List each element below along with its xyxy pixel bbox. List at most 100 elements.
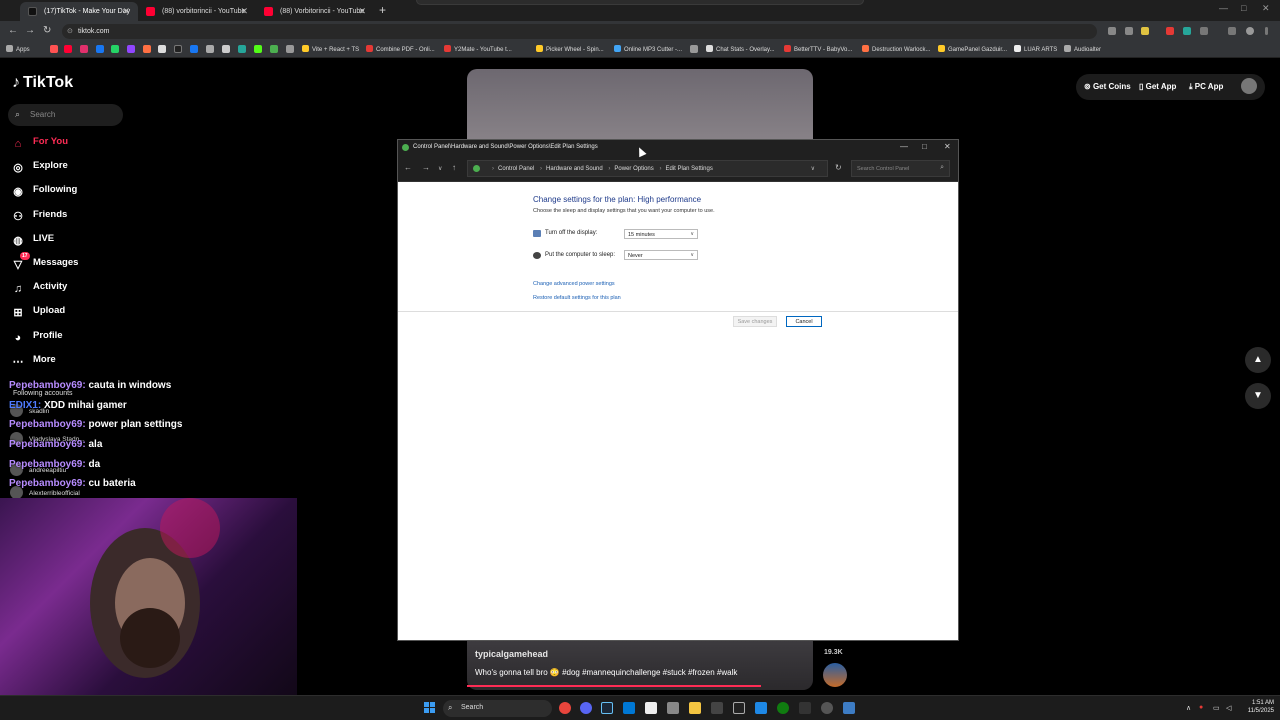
tray-overflow-icon[interactable]: ∧ [1186,704,1191,712]
windows-start-icon[interactable] [424,702,436,714]
extension-icon[interactable] [1200,27,1208,35]
chevron-down-icon[interactable]: ∨ [811,165,815,172]
bookmark-item[interactable]: Chat Stats - Overlay... [706,45,775,53]
bookmark-icon[interactable] [80,45,88,53]
steam-icon[interactable] [601,702,613,714]
reload-icon[interactable]: ↻ [43,25,51,36]
sleep-select[interactable]: Never ∨ [624,250,698,260]
bookmark-icon[interactable] [64,45,72,53]
bookmark-icon[interactable] [50,45,58,53]
nav-explore[interactable]: ◎ Explore [10,160,68,175]
breadcrumb-item[interactable]: Edit Plan Settings [665,166,712,172]
settings-icon[interactable] [667,702,679,714]
maximize-icon[interactable]: □ [922,142,927,151]
control-panel-taskbar-icon[interactable] [843,702,855,714]
minimize-icon[interactable]: — [1219,3,1228,13]
clock[interactable]: 1:51 AM 11/5/2025 [1240,699,1274,715]
bookmark-item[interactable]: Destruction Warlock... [862,45,930,53]
breadcrumb[interactable]: › Control Panel › Hardware and Sound › Powe… [467,160,828,177]
network-icon[interactable]: ▭ [1213,704,1220,712]
bookmark-icon[interactable] [690,45,698,53]
tab-youtube-2[interactable]: (88) Vorbitorincii - YouTube ✕ [256,2,374,21]
minimize-icon[interactable]: — [900,142,908,151]
vscode-icon[interactable] [623,702,635,714]
bookmark-icon[interactable] [143,45,151,53]
refresh-icon[interactable]: ↻ [835,163,842,172]
bookmark-icon[interactable] [96,45,104,53]
up-icon[interactable]: ↑ [452,163,456,172]
bookmark-icon[interactable] [254,45,262,53]
video-player-bottom[interactable]: typicalgamehead Who's gonna tell bro 😳 #… [467,641,813,690]
obs-icon[interactable] [799,702,811,714]
search-input[interactable]: Search Control Panel ⌕ [851,160,950,177]
bookmark-item[interactable]: BetterTTV - BabyVo... [784,45,852,53]
bookmark-item[interactable]: LUAR ARTS [1014,45,1057,53]
tiktok-app-icon[interactable] [733,702,745,714]
bookmark-item[interactable]: Y2Mate - YouTube t... [444,45,512,53]
save-changes-button[interactable]: Save changes [733,316,777,327]
bookmark-apps[interactable]: Apps [6,45,30,53]
capcut-icon[interactable] [711,702,723,714]
file-explorer-icon[interactable] [689,702,701,714]
nav-for-you[interactable]: ⌂ For You [10,136,68,152]
bookmark-item[interactable]: Combine PDF - Onli... [366,45,435,53]
cancel-button[interactable]: Cancel [786,316,822,327]
nav-friends[interactable]: ⚇ Friends [10,209,67,224]
volume-icon[interactable]: ◁ [1226,704,1231,712]
bookmark-item[interactable]: Audioalter [1064,45,1101,53]
window-titlebar[interactable]: Control Panel\Hardware and Sound\Power O… [398,140,958,156]
breadcrumb-item[interactable]: Hardware and Sound [546,166,603,172]
tab-youtube-1[interactable]: (88) vorbitorincii - YouTube ✕ [138,2,256,21]
bookmark-item[interactable]: Vite + React + TS [302,45,359,53]
extension-icon[interactable] [1166,27,1174,35]
tiktok-logo[interactable]: ♪ TikTok [12,74,73,92]
install-icon[interactable] [1108,27,1116,35]
nav-messages[interactable]: ▽ 17 Messages [10,252,78,272]
bookmark-icon[interactable] [286,45,294,53]
breadcrumb-item[interactable]: Control Panel [498,166,534,172]
nav-live[interactable]: ◍ LIVE [10,233,54,248]
clock-app-icon[interactable] [821,702,833,714]
chrome-icon[interactable] [559,702,571,714]
advanced-power-settings-link[interactable]: Change advanced power settings [533,281,615,287]
extension-icon[interactable] [1183,27,1191,35]
tab-search-bar[interactable] [416,0,864,5]
epic-games-icon[interactable] [645,702,657,714]
chevron-up-icon[interactable]: ▲ [1245,347,1271,373]
bookmark-icon[interactable] [222,45,230,53]
close-icon[interactable]: ✕ [358,6,366,17]
get-coins-button[interactable]: ⊚ Get Coins [1084,77,1131,97]
bookmark-icon[interactable] [238,45,246,53]
display-off-select[interactable]: 15 minutes ∨ [624,229,698,239]
nav-profile[interactable]: ◕ Profile [10,330,63,346]
menu-icon[interactable] [1265,27,1268,35]
bookmark-item[interactable]: Picker Wheel - Spin... [536,45,604,53]
creator-avatar[interactable] [823,663,847,687]
back-icon[interactable]: ← [404,163,412,172]
maximize-icon[interactable]: □ [1241,3,1246,13]
profile-avatar-icon[interactable] [1246,27,1254,35]
video-progress-bar[interactable] [467,685,762,687]
new-tab-button[interactable]: + [379,3,386,17]
bookmark-icon[interactable] [190,45,198,53]
forward-icon[interactable]: → [422,163,430,172]
nav-following[interactable]: ◉ Following [10,184,77,199]
bookmark-icon[interactable] [270,45,278,53]
close-window-icon[interactable]: ✕ [1262,3,1270,14]
pc-app-button[interactable]: ⤓ PC App [1189,77,1223,97]
user-avatar[interactable] [1241,78,1257,94]
restore-defaults-link[interactable]: Restore default settings for this plan [533,295,621,301]
back-icon[interactable]: ← [8,25,18,36]
close-icon[interactable]: ✕ [240,6,248,17]
chevron-down-icon[interactable]: ▼ [1245,383,1271,409]
bookmark-icon[interactable] [111,45,119,53]
site-info-icon[interactable]: ⊙ [67,27,73,35]
bookmark-icon[interactable] [174,45,182,53]
zoom-icon[interactable] [1125,27,1133,35]
close-icon[interactable]: ✕ [944,142,951,151]
nav-more[interactable]: ⋯ More [10,354,56,369]
bookmark-star-icon[interactable] [1141,27,1149,35]
tab-tiktok[interactable]: (17)TikTok - Make Your Day ✕ [20,2,138,21]
microphone-icon[interactable]: ● [1199,704,1203,711]
forward-icon[interactable]: → [25,25,35,36]
